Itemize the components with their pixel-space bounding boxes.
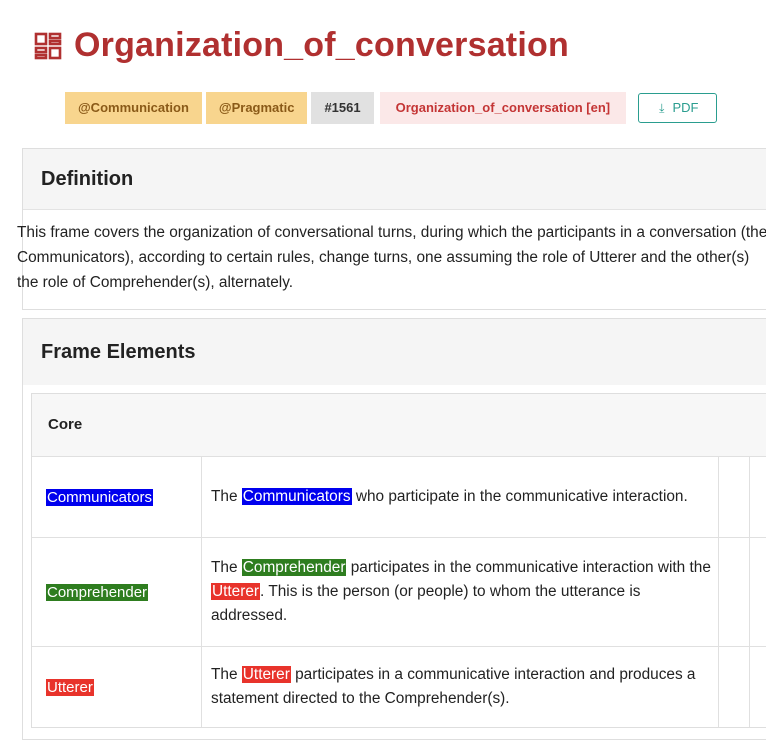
table-cell [718, 457, 750, 537]
fe-highlight-utterer: Utterer [241, 666, 291, 683]
badge-bar: @Communication @Pragmatic #1561 Organiza… [65, 92, 718, 124]
fe-definition: The Communicators who participate in the… [211, 488, 688, 505]
language-badge: Organization_of_conversation [en] [379, 92, 627, 124]
download-icon: ⤓ [659, 101, 665, 115]
frame-elements-heading: Frame Elements [23, 319, 766, 385]
fe-highlight-comprehender: Comprehender [241, 559, 347, 576]
fe-definition-cell: The Communicators who participate in the… [202, 457, 718, 537]
fe-name-cell: Communicators [32, 457, 202, 537]
table-cell [718, 647, 750, 727]
table-cell [750, 538, 766, 646]
domain-badge-communication[interactable]: @Communication [65, 92, 202, 124]
fe-definition: The Utterer participates in a communicat… [211, 666, 696, 707]
frame-elements-panel: Frame Elements Core Communicators The Co… [22, 318, 766, 740]
pdf-download-button[interactable]: ⤓ PDF [638, 93, 718, 123]
definition-panel: Definition This frame covers the organiz… [17, 148, 766, 310]
fe-name-cell: Comprehender [32, 538, 202, 646]
fe-highlight-communicators: Communicators [241, 488, 352, 505]
page-header: Organization_of_conversation [34, 26, 569, 65]
fe-definition: The Comprehender participates in the com… [211, 559, 711, 624]
table-cell [718, 538, 750, 646]
table-cell [750, 647, 766, 727]
fe-highlight-utterer: Utterer [211, 583, 261, 600]
fe-definition-cell: The Utterer participates in a communicat… [202, 647, 718, 727]
table-cell [750, 457, 766, 537]
definition-text: This frame covers the organization of co… [17, 224, 766, 291]
table-row: Utterer The Utterer participates in a co… [32, 647, 766, 727]
fe-name-comprehender[interactable]: Comprehender [46, 583, 149, 601]
table-row: Comprehender The Comprehender participat… [32, 538, 766, 647]
page-title: Organization_of_conversation [74, 26, 569, 64]
core-elements-table: Core Communicators The Communicators who… [31, 393, 766, 728]
definition-heading: Definition [23, 149, 766, 210]
frame-id-badge: #1561 [311, 92, 374, 124]
pdf-button-label: PDF [672, 100, 699, 115]
domain-badge-pragmatic[interactable]: @Pragmatic [205, 92, 308, 124]
fe-name-cell: Utterer [32, 647, 202, 727]
core-header: Core [32, 394, 766, 457]
table-row: Communicators The Communicators who part… [32, 457, 766, 538]
fe-name-utterer[interactable]: Utterer [46, 678, 94, 696]
frame-grid-icon [34, 32, 62, 59]
fe-name-communicators[interactable]: Communicators [46, 488, 154, 506]
fe-definition-cell: The Comprehender participates in the com… [202, 538, 718, 646]
